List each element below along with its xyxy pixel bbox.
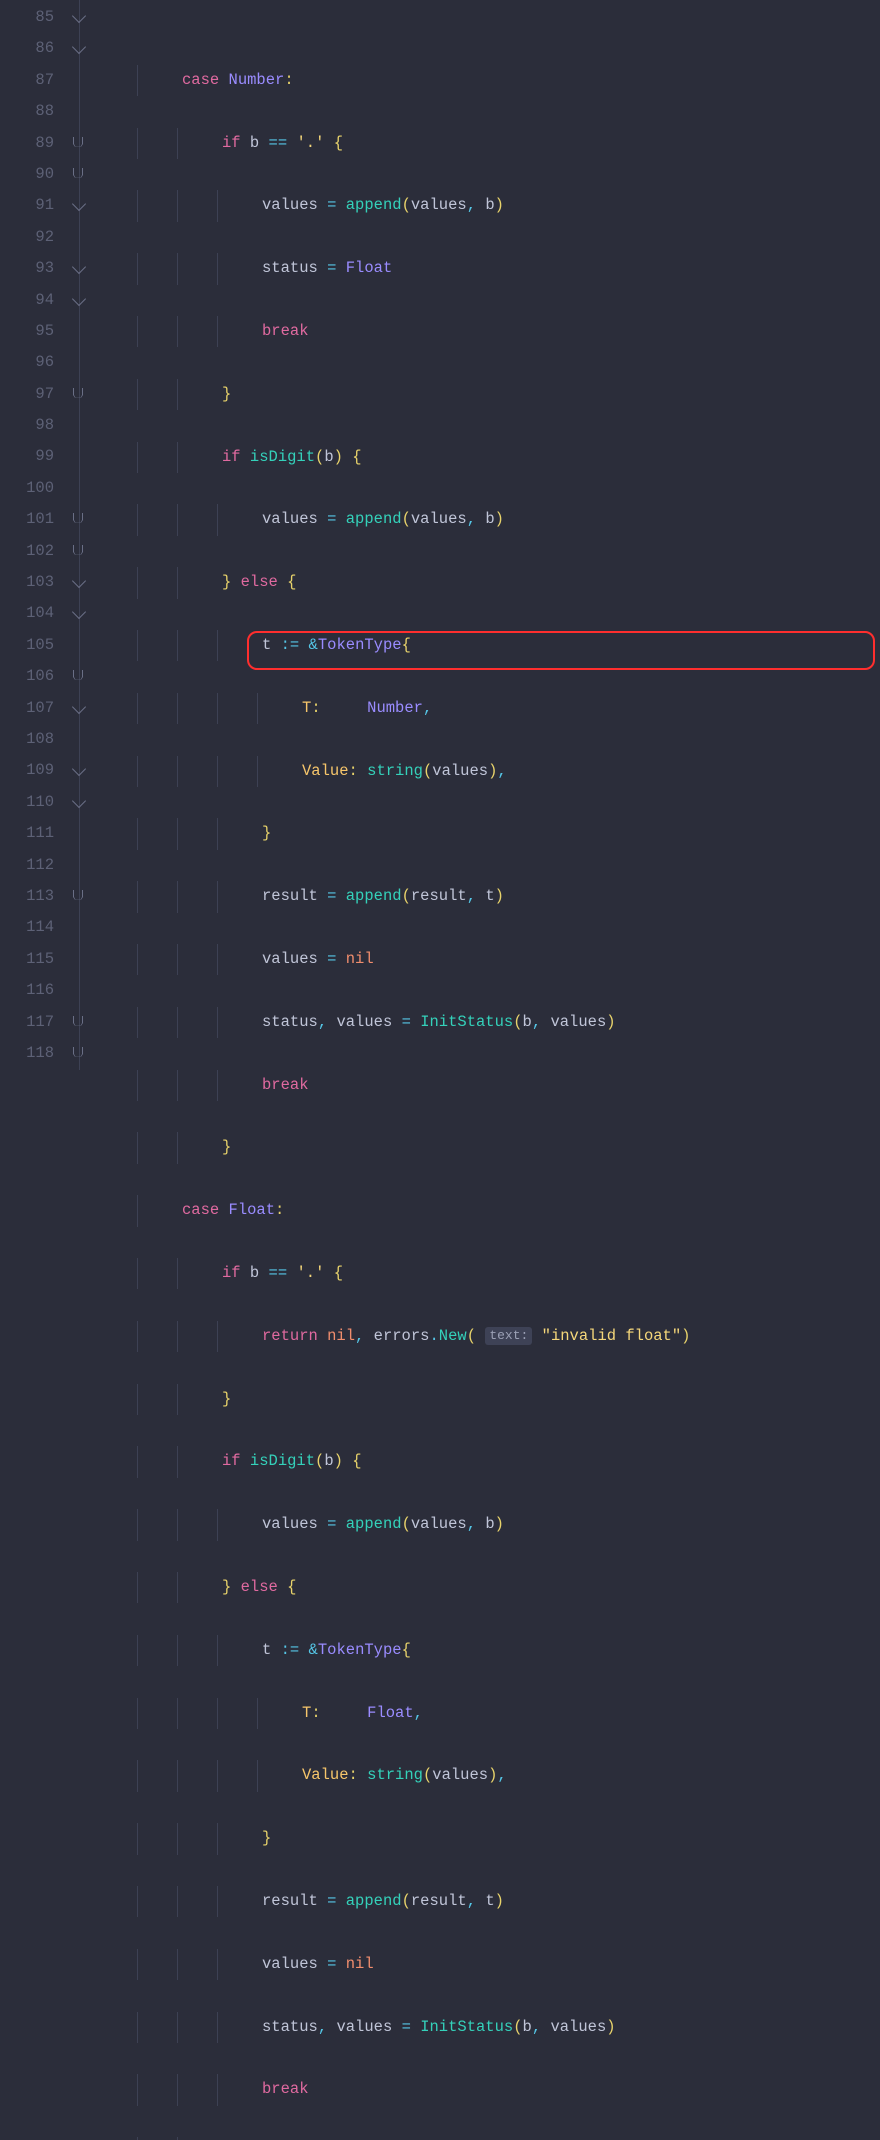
fold-row[interactable]: [68, 944, 92, 975]
line-number: 102: [0, 536, 54, 567]
fold-close-icon: [73, 670, 83, 682]
line-number: 92: [0, 222, 54, 253]
fold-row[interactable]: [68, 96, 92, 127]
fold-row[interactable]: [68, 881, 92, 912]
fold-row[interactable]: [68, 285, 92, 316]
line-number: 88: [0, 96, 54, 127]
fold-row[interactable]: [68, 347, 92, 378]
fold-row[interactable]: [68, 253, 92, 284]
fold-open-icon: [72, 9, 86, 23]
fold-close-icon: [73, 168, 83, 180]
fold-close-icon: [73, 513, 83, 525]
line-number: 117: [0, 1007, 54, 1038]
line-number: 118: [0, 1038, 54, 1069]
line-number: 113: [0, 881, 54, 912]
fold-row[interactable]: [68, 65, 92, 96]
line-number: 90: [0, 159, 54, 190]
fold-row[interactable]: [68, 159, 92, 190]
type-number: Number: [229, 71, 285, 89]
fold-close-icon: [73, 1047, 83, 1059]
fold-row[interactable]: [68, 1038, 92, 1069]
fold-row[interactable]: [68, 787, 92, 818]
line-number: 91: [0, 190, 54, 221]
fold-row[interactable]: [68, 755, 92, 786]
line-number: 100: [0, 473, 54, 504]
fold-row[interactable]: [68, 567, 92, 598]
line-number: 110: [0, 787, 54, 818]
line-number: 103: [0, 567, 54, 598]
line-number-gutter: 8586878889909192939495969798991001011021…: [0, 0, 68, 1070]
fold-open-icon: [72, 291, 86, 305]
fold-row[interactable]: [68, 661, 92, 692]
fold-row[interactable]: [68, 316, 92, 347]
line-number: 99: [0, 441, 54, 472]
line-number: 109: [0, 755, 54, 786]
fold-row[interactable]: [68, 598, 92, 629]
line-number: 94: [0, 285, 54, 316]
line-number: 89: [0, 128, 54, 159]
fold-open-icon: [72, 574, 86, 588]
fold-row[interactable]: [68, 441, 92, 472]
line-number: 116: [0, 975, 54, 1006]
fold-row[interactable]: [68, 912, 92, 943]
fold-open-icon: [72, 794, 86, 808]
line-number: 114: [0, 912, 54, 943]
fold-open-icon: [72, 260, 86, 274]
line-number: 96: [0, 347, 54, 378]
line-number: 93: [0, 253, 54, 284]
line-number: 86: [0, 33, 54, 64]
line-number: 95: [0, 316, 54, 347]
fold-open-icon: [72, 40, 86, 54]
line-number: 98: [0, 410, 54, 441]
fold-open-icon: [72, 605, 86, 619]
line-number: 108: [0, 724, 54, 755]
line-number: 87: [0, 65, 54, 96]
line-number: 106: [0, 661, 54, 692]
fold-row[interactable]: [68, 975, 92, 1006]
fold-row[interactable]: [68, 410, 92, 441]
fold-row[interactable]: [68, 379, 92, 410]
fold-close-icon: [73, 388, 83, 400]
fold-open-icon: [72, 700, 86, 714]
fold-row[interactable]: [68, 818, 92, 849]
line-number: 104: [0, 598, 54, 629]
line-number: 101: [0, 504, 54, 535]
fold-close-icon: [73, 890, 83, 902]
fold-row[interactable]: [68, 128, 92, 159]
line-number: 97: [0, 379, 54, 410]
fold-row[interactable]: [68, 473, 92, 504]
line-number: 105: [0, 630, 54, 661]
inlay-hint: text:: [485, 1327, 532, 1345]
line-number: 107: [0, 693, 54, 724]
fold-close-icon: [73, 545, 83, 557]
fold-close-icon: [73, 137, 83, 149]
line-number: 85: [0, 2, 54, 33]
fold-row[interactable]: [68, 504, 92, 535]
fold-row[interactable]: [68, 2, 92, 33]
line-number: 112: [0, 850, 54, 881]
fold-row[interactable]: [68, 33, 92, 64]
fold-row[interactable]: [68, 724, 92, 755]
fold-row[interactable]: [68, 1007, 92, 1038]
fold-row[interactable]: [68, 190, 92, 221]
code-area[interactable]: case Number: if b == '.' { values = appe…: [92, 0, 880, 1070]
line-number: 115: [0, 944, 54, 975]
fold-gutter: [68, 0, 92, 1070]
fold-close-icon: [73, 1016, 83, 1028]
fold-row[interactable]: [68, 536, 92, 567]
fold-row[interactable]: [68, 630, 92, 661]
fold-row[interactable]: [68, 222, 92, 253]
keyword-case: case: [182, 71, 219, 89]
fold-row[interactable]: [68, 850, 92, 881]
fold-row[interactable]: [68, 693, 92, 724]
fold-open-icon: [72, 762, 86, 776]
line-number: 111: [0, 818, 54, 849]
fold-open-icon: [72, 197, 86, 211]
